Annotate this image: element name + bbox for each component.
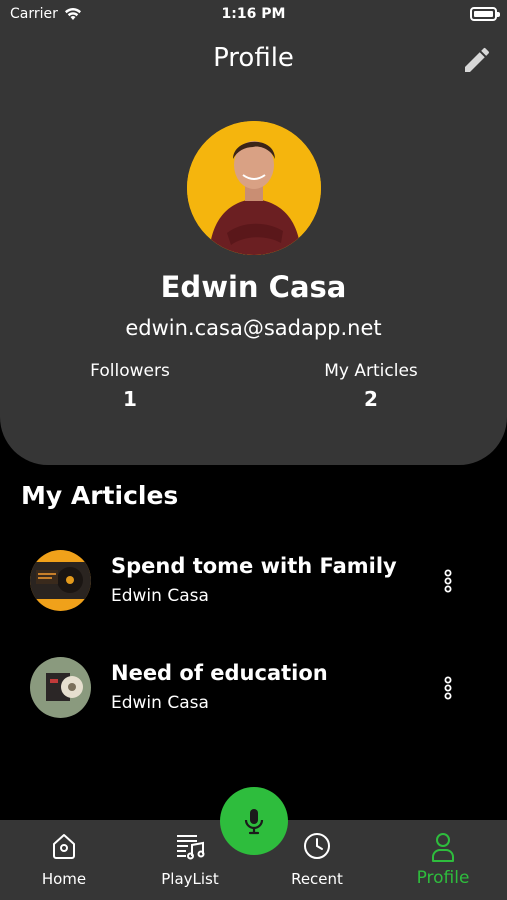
tab-label: PlayList	[161, 870, 219, 888]
article-author: Edwin Casa	[111, 693, 209, 713]
profile-email: edwin.casa@sadapp.net	[125, 316, 382, 340]
tab-label: Profile	[416, 868, 470, 888]
tab-label: Home	[41, 870, 87, 888]
article-item[interactable]: Need of education Edwin Casa	[30, 657, 490, 719]
followers-stat[interactable]: Followers 1	[50, 361, 210, 411]
playlist-icon	[177, 835, 205, 860]
pencil-icon[interactable]	[461, 44, 493, 76]
profile-header: Carrier 1:16 PM Profile Edwin Casa edwin…	[0, 0, 507, 465]
clock-icon	[304, 833, 330, 859]
followers-count: 1	[123, 387, 137, 411]
more-options-icon[interactable]	[440, 568, 456, 594]
battery-icon	[470, 7, 500, 21]
status-bar: Carrier 1:16 PM	[0, 0, 507, 30]
profile-name: Edwin Casa	[160, 270, 347, 304]
record-button[interactable]	[220, 787, 288, 855]
article-thumbnail	[30, 550, 91, 611]
avatar[interactable]	[187, 121, 321, 255]
followers-label: Followers	[90, 361, 170, 381]
tab-home[interactable]: Home	[14, 830, 114, 888]
section-title: My Articles	[21, 481, 179, 510]
articles-count: 2	[364, 387, 378, 411]
status-time: 1:16 PM	[221, 6, 286, 22]
page-title: Profile	[213, 43, 294, 73]
articles-label: My Articles	[324, 361, 418, 381]
home-icon	[53, 834, 75, 859]
article-author: Edwin Casa	[111, 586, 209, 606]
article-thumbnail	[30, 657, 91, 718]
microphone-icon	[244, 809, 264, 835]
more-options-icon[interactable]	[440, 675, 456, 701]
article-item[interactable]: Spend tome with Family Edwin Casa	[30, 550, 490, 612]
tab-label: Recent	[291, 870, 343, 888]
article-title: Need of education	[111, 661, 328, 685]
article-title: Spend tome with Family	[111, 554, 397, 578]
tab-profile[interactable]: Profile	[393, 830, 493, 888]
articles-stat[interactable]: My Articles 2	[291, 361, 451, 411]
person-icon	[432, 833, 454, 862]
